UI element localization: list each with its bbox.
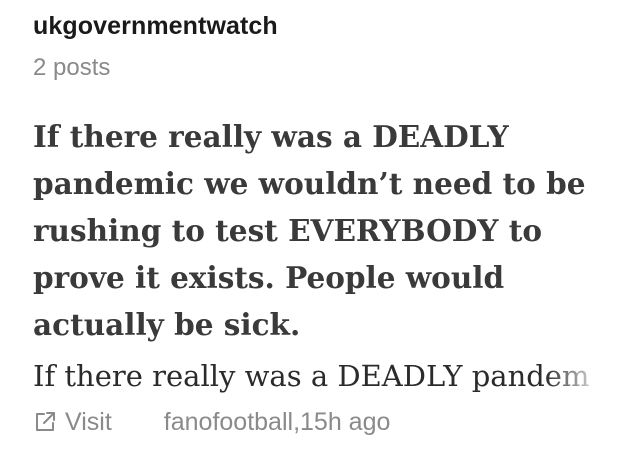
post-excerpt: If there really was a DEADLY pandem bbox=[33, 354, 605, 398]
post-title[interactable]: If there really was a DEADLY pandemic we… bbox=[33, 113, 623, 348]
post-author[interactable]: fanofootball bbox=[164, 408, 293, 437]
byline-separator: , bbox=[293, 407, 301, 436]
visit-link[interactable]: Visit bbox=[33, 408, 112, 437]
external-link-icon bbox=[33, 410, 57, 434]
post-byline: fanofootball, 15h ago bbox=[164, 408, 391, 437]
visit-label: Visit bbox=[65, 407, 112, 436]
post-meta: Visit fanofootball, 15h ago bbox=[33, 404, 390, 440]
post-count: 2 posts bbox=[33, 54, 111, 81]
excerpt-fade bbox=[545, 354, 605, 398]
post-timestamp: 15h ago bbox=[300, 407, 391, 436]
feed-page: ukgovernmentwatch 2 posts If there reall… bbox=[0, 0, 640, 453]
post-excerpt-text: If there really was a DEADLY pandem bbox=[33, 359, 590, 393]
account-username[interactable]: ukgovernmentwatch bbox=[33, 12, 278, 41]
